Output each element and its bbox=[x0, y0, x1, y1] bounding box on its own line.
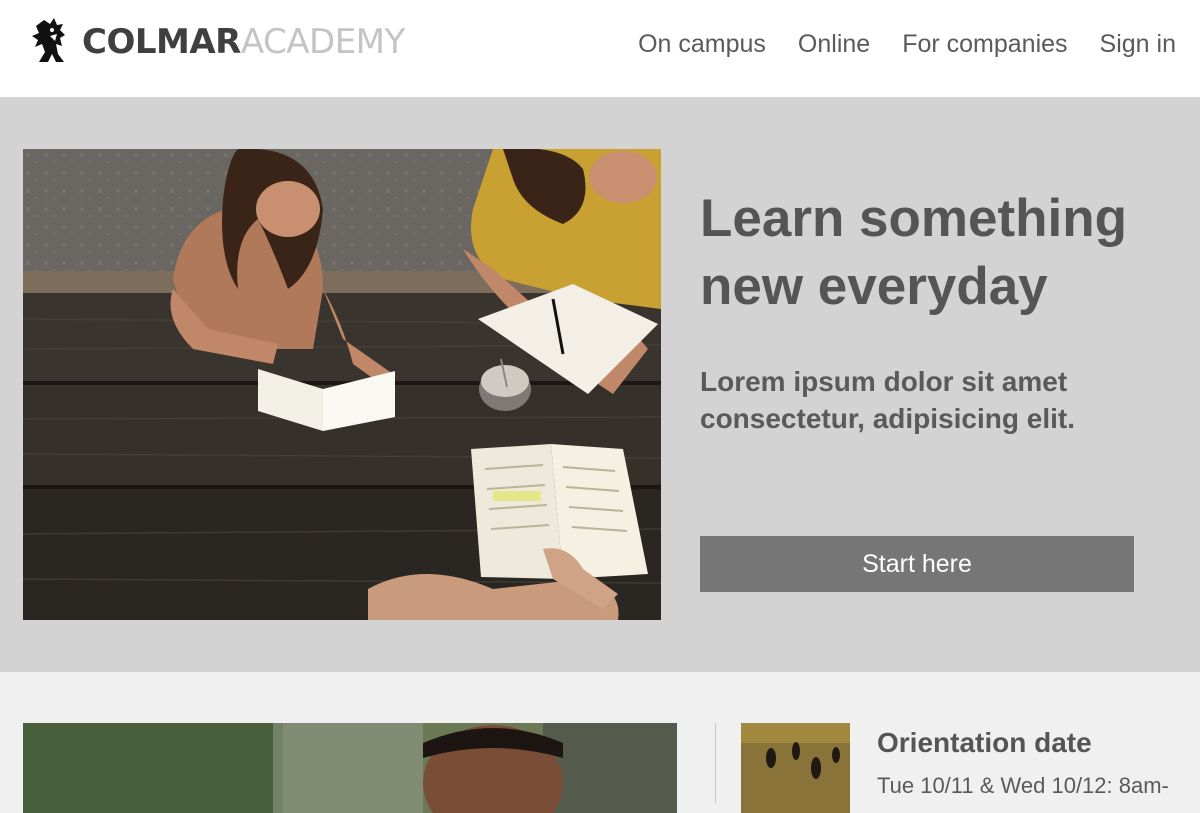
hero-image bbox=[23, 149, 661, 620]
griffin-logo-icon bbox=[32, 18, 65, 62]
students-studying-illustration bbox=[23, 149, 661, 620]
brand-name-light: ACADEMY bbox=[240, 22, 405, 62]
event-title: Orientation date bbox=[877, 727, 1092, 758]
brand-name: COLMARACADEMY bbox=[82, 25, 405, 59]
events-section: Orientation date Tue 10/11 & Wed 10/12: … bbox=[0, 672, 1200, 813]
site-header: COLMARACADEMY On campus Online For compa… bbox=[0, 0, 1200, 97]
nav-link-on-campus[interactable]: On campus bbox=[638, 30, 766, 59]
section-divider bbox=[715, 723, 716, 803]
nav-link-for-companies[interactable]: For companies bbox=[902, 30, 1067, 59]
brand-logo-link[interactable]: COLMARACADEMY bbox=[30, 16, 405, 68]
hero-section: Learn something new everyday Lorem ipsum… bbox=[0, 97, 1200, 672]
main-nav: On campus Online For companies Sign in bbox=[606, 30, 1176, 59]
nav-link-online[interactable]: Online bbox=[798, 30, 870, 59]
nav-link-sign-in[interactable]: Sign in bbox=[1100, 30, 1176, 59]
event-date: Tue 10/11 & Wed 10/12: 8am- bbox=[877, 773, 1169, 798]
start-here-button[interactable]: Start here bbox=[700, 536, 1134, 592]
hero-title: Learn something new everyday bbox=[700, 189, 1128, 316]
hero-copy: Learn something new everyday Lorem ipsum… bbox=[700, 185, 1170, 437]
brand-name-bold: COLMAR bbox=[82, 22, 241, 62]
hero-subtitle: Lorem ipsum dolor sit amet consectetur, … bbox=[700, 366, 1075, 434]
